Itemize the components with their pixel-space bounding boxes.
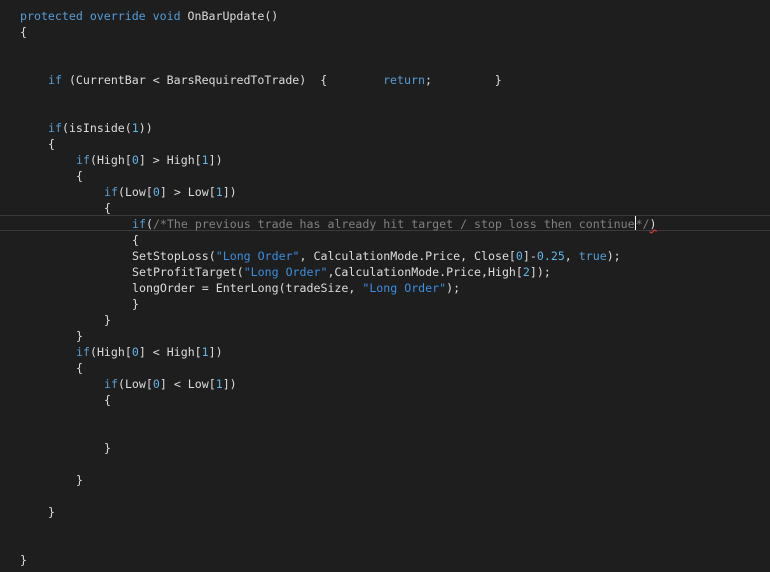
number-literal: 1 bbox=[201, 153, 209, 167]
number-literal: 1 bbox=[215, 185, 223, 199]
brace-open[interactable]: { bbox=[76, 168, 83, 184]
keyword-if: if bbox=[104, 185, 118, 199]
number-literal: 1 bbox=[131, 121, 139, 135]
number-literal: 2 bbox=[522, 265, 530, 279]
low-less-line[interactable]: if(Low[0] < Low[1]) bbox=[104, 376, 237, 392]
is-inside-line[interactable]: if(isInside(1)) bbox=[48, 120, 153, 136]
code-text: ]); bbox=[529, 265, 551, 279]
method-open-brace[interactable]: { bbox=[20, 24, 27, 40]
keyword-if: if bbox=[76, 153, 90, 167]
trade-check-line[interactable]: if(/*The previous trade has already hit … bbox=[132, 216, 657, 232]
brace-open[interactable]: { bbox=[104, 200, 111, 216]
code-text: (High[ bbox=[89, 153, 132, 167]
brace-close[interactable]: } bbox=[76, 328, 83, 344]
brace-close[interactable]: } bbox=[76, 472, 83, 488]
code-text: ] > Low[ bbox=[159, 185, 216, 199]
code-text: , bbox=[564, 249, 579, 263]
code-text: longOrder = EnterLong(tradeSize, bbox=[132, 281, 363, 295]
high-greater-line[interactable]: if(High[0] > High[1]) bbox=[76, 152, 223, 168]
code-text: (Low[ bbox=[117, 377, 153, 391]
brace-open[interactable]: { bbox=[76, 360, 83, 376]
method-signature-line[interactable]: protected override void OnBarUpdate() bbox=[20, 8, 278, 24]
keyword-void: void bbox=[152, 9, 181, 23]
brace-close[interactable]: } bbox=[132, 296, 139, 312]
number-literal: 0 bbox=[152, 185, 160, 199]
code-text: , CalculationMode.Price, Close[ bbox=[299, 249, 516, 263]
keyword-return: return bbox=[383, 73, 425, 87]
brace-open[interactable]: { bbox=[132, 232, 139, 248]
code-text: ]- bbox=[522, 249, 537, 263]
code-text: ); bbox=[606, 249, 621, 263]
number-literal: 0 bbox=[152, 377, 160, 391]
code-text: ); bbox=[446, 281, 461, 295]
keyword-protected: protected bbox=[20, 9, 83, 23]
code-text: ]) bbox=[222, 377, 237, 391]
method-name: OnBarUpdate() bbox=[187, 9, 279, 23]
guard-condition: (CurrentBar < BarsRequiredToTrade) { bbox=[61, 73, 384, 87]
string-literal: "Long Order" bbox=[215, 249, 300, 263]
guard-tail: ; } bbox=[424, 73, 502, 87]
code-text: ] > High[ bbox=[138, 153, 202, 167]
code-text: SetStopLoss( bbox=[132, 249, 216, 263]
string-literal: "Long Order" bbox=[243, 265, 328, 279]
brace-close[interactable]: } bbox=[104, 312, 111, 328]
keyword-true: true bbox=[578, 249, 607, 263]
code-text: (High[ bbox=[89, 345, 132, 359]
number-literal: 0 bbox=[515, 249, 523, 263]
number-literal: 1 bbox=[201, 345, 209, 359]
code-text: ]) bbox=[208, 153, 223, 167]
method-close-brace[interactable]: } bbox=[20, 552, 27, 568]
code-text: )) bbox=[138, 121, 153, 135]
keyword-if: if bbox=[132, 217, 146, 231]
code-text: ( bbox=[145, 217, 153, 231]
code-text: ] < High[ bbox=[138, 345, 202, 359]
brace-open[interactable]: { bbox=[104, 392, 111, 408]
comment-end: */ bbox=[635, 217, 650, 231]
code-text: ]) bbox=[222, 185, 237, 199]
set-stop-loss-line[interactable]: SetStopLoss("Long Order", CalculationMod… bbox=[132, 248, 621, 264]
string-literal: "Long Order" bbox=[362, 281, 447, 295]
keyword-if: if bbox=[48, 121, 62, 135]
high-less-line[interactable]: if(High[0] < High[1]) bbox=[76, 344, 223, 360]
set-profit-target-line[interactable]: SetProfitTarget("Long Order",Calculation… bbox=[132, 264, 551, 280]
low-greater-line[interactable]: if(Low[0] > Low[1]) bbox=[104, 184, 237, 200]
guard-line[interactable]: if (CurrentBar < BarsRequiredToTrade) { … bbox=[48, 72, 502, 88]
enter-long-line[interactable]: longOrder = EnterLong(tradeSize, "Long O… bbox=[132, 280, 460, 296]
code-text: (Low[ bbox=[117, 185, 153, 199]
code-text: SetProfitTarget( bbox=[132, 265, 244, 279]
keyword-override: override bbox=[89, 9, 146, 23]
keyword-if: if bbox=[76, 345, 90, 359]
brace-close[interactable]: } bbox=[48, 504, 55, 520]
keyword-if: if bbox=[104, 377, 118, 391]
code-text: (isInside( bbox=[61, 121, 132, 135]
code-comment: /*The previous trade has already hit tar… bbox=[152, 217, 635, 231]
keyword-if: if bbox=[48, 73, 62, 87]
code-editor[interactable]: protected override void OnBarUpdate() { … bbox=[0, 0, 770, 572]
brace-open[interactable]: { bbox=[48, 136, 55, 152]
code-text: ,CalculationMode.Price,High[ bbox=[327, 265, 523, 279]
code-text: ]) bbox=[208, 345, 223, 359]
code-text: ] < Low[ bbox=[159, 377, 216, 391]
number-literal: 1 bbox=[215, 377, 223, 391]
number-literal: 0 bbox=[131, 345, 139, 359]
number-literal: 0.25 bbox=[536, 249, 565, 263]
syntax-error-paren: ) bbox=[649, 217, 657, 231]
number-literal: 0 bbox=[131, 153, 139, 167]
brace-close[interactable]: } bbox=[104, 440, 111, 456]
